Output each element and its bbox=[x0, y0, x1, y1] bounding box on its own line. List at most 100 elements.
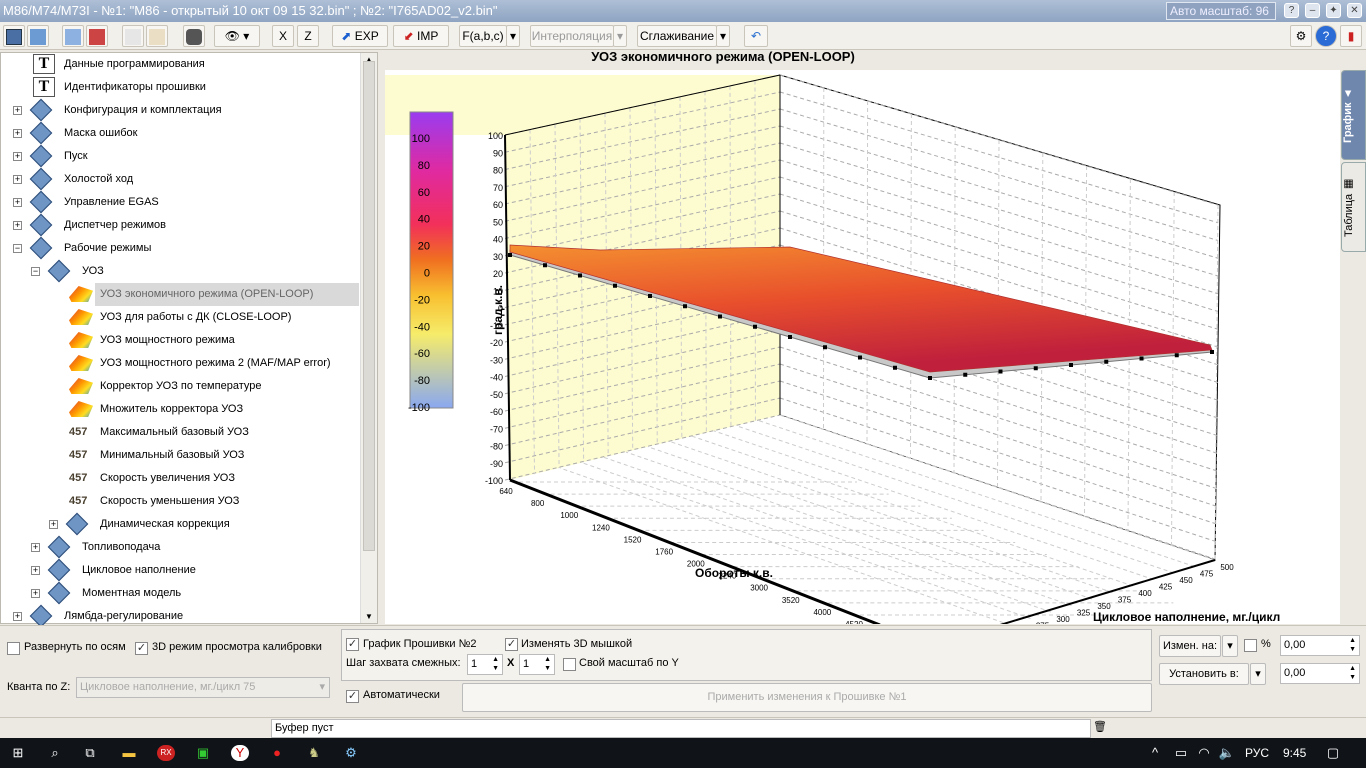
language-indicator[interactable]: РУС bbox=[1245, 746, 1269, 760]
tree-item[interactable]: + Холостой ход bbox=[1, 167, 359, 191]
firmware2-point[interactable] bbox=[788, 335, 792, 339]
tree-item[interactable]: 457 Скорость увеличения УОЗ bbox=[1, 467, 359, 490]
file-explorer-icon[interactable]: ▬ bbox=[120, 745, 138, 761]
expand-toggle[interactable]: + bbox=[13, 175, 22, 184]
export-button[interactable]: ⬈ EXP bbox=[332, 25, 388, 47]
help-button[interactable]: ? bbox=[1284, 3, 1299, 18]
change-value-spinner[interactable]: 0,00 ▲ ▼ bbox=[1280, 635, 1360, 656]
chip-tuning-app-icon[interactable]: ⚙ bbox=[342, 745, 360, 761]
firmware2-point[interactable] bbox=[1139, 356, 1144, 361]
firmware2-point[interactable] bbox=[1104, 359, 1109, 364]
tree-item[interactable]: УОЗ мощностного режима bbox=[1, 329, 359, 352]
tree-item[interactable]: + Моментная модель bbox=[1, 581, 359, 605]
firmware2-point[interactable] bbox=[508, 253, 512, 257]
undo-icon[interactable]: ↶ bbox=[744, 25, 768, 47]
expand-toggle[interactable]: + bbox=[13, 198, 22, 207]
paste-icon[interactable] bbox=[146, 25, 168, 47]
tray-chevron-icon[interactable]: ^ bbox=[1146, 745, 1164, 761]
firmware2-point[interactable] bbox=[613, 283, 617, 288]
firmware2-point[interactable] bbox=[963, 372, 968, 377]
tree-item[interactable]: + Пуск bbox=[1, 144, 359, 168]
tree-item[interactable]: УОЗ экономичного режима (OPEN-LOOP) bbox=[69, 283, 359, 306]
tree-item[interactable]: + Управление EGAS bbox=[1, 190, 359, 214]
notifications-icon[interactable]: ▢ bbox=[1324, 745, 1342, 761]
windows-start-icon[interactable]: ⊞ bbox=[9, 745, 27, 761]
mode3d-checkbox[interactable]: ✓ bbox=[135, 642, 148, 655]
surface-chart[interactable]: 1009080706050403020100-10-20-30-40-50-60… bbox=[383, 52, 1340, 637]
expand-toggle[interactable]: + bbox=[13, 106, 22, 115]
firmware2-point[interactable] bbox=[648, 294, 652, 298]
function-dropdown[interactable]: ▾ bbox=[506, 25, 520, 47]
expand-toggle[interactable]: + bbox=[31, 566, 40, 575]
figure-app-icon[interactable]: ♞ bbox=[305, 745, 323, 761]
volume-icon[interactable]: 🔈 bbox=[1218, 745, 1236, 761]
view-dropdown[interactable]: 👁 ▾ bbox=[214, 25, 260, 47]
x-axis-button[interactable]: X bbox=[272, 25, 294, 47]
firmware2-point[interactable] bbox=[683, 304, 687, 309]
firmware2-point[interactable] bbox=[858, 355, 862, 360]
expand-toggle[interactable]: + bbox=[31, 543, 40, 552]
tree-item[interactable]: + Конфигурация и комплектация bbox=[1, 98, 359, 122]
own-scale-checkbox[interactable] bbox=[563, 658, 576, 671]
interpolation-button[interactable]: Интерполяция bbox=[530, 25, 614, 47]
expand-toggle[interactable]: − bbox=[13, 244, 22, 253]
help-circle-icon[interactable]: ? bbox=[1315, 25, 1337, 47]
auto-checkbox[interactable]: ✓ bbox=[346, 690, 359, 703]
tree-item[interactable]: T Идентификаторы прошивки bbox=[1, 76, 359, 99]
settings-gears-icon[interactable]: ⚙ bbox=[1290, 25, 1312, 47]
firmware2-point[interactable] bbox=[1069, 363, 1073, 367]
tab-graph[interactable]: График ▲ bbox=[1341, 70, 1366, 160]
terminal-app-icon[interactable]: ▣ bbox=[194, 745, 212, 761]
tab-table[interactable]: Таблица ▦ bbox=[1341, 162, 1366, 252]
tree-item[interactable]: УОЗ для работы с ДК (CLOSE-LOOP) bbox=[1, 306, 359, 329]
tree-item[interactable]: + Топливоподача bbox=[1, 535, 359, 559]
function-button[interactable]: F(a,b,c) bbox=[459, 25, 507, 47]
set-value-spinner[interactable]: 0,00 ▲ ▼ bbox=[1280, 663, 1360, 684]
import-button[interactable]: ⬋ IMP bbox=[393, 25, 449, 47]
firmware2-point[interactable] bbox=[893, 365, 897, 370]
tree-item[interactable]: 457 Скорость уменьшения УОЗ bbox=[1, 490, 359, 513]
binoculars-icon[interactable] bbox=[183, 25, 205, 47]
firmware2-point[interactable] bbox=[578, 273, 582, 278]
expand-toggle[interactable]: + bbox=[13, 612, 22, 621]
tree-item[interactable]: 457 Минимальный базовый УОЗ bbox=[1, 444, 359, 467]
tree-item[interactable]: + Маска ошибок bbox=[1, 121, 359, 145]
close-button[interactable]: ✕ bbox=[1347, 3, 1362, 18]
mouse3d-checkbox[interactable]: ✓ bbox=[505, 638, 518, 651]
save-icon[interactable] bbox=[3, 25, 25, 47]
smoothing-dropdown[interactable]: ▾ bbox=[716, 25, 730, 47]
tree-item[interactable]: 457 Максимальный базовый УОЗ bbox=[1, 421, 359, 444]
expand-toggle[interactable]: + bbox=[31, 589, 40, 598]
trash-icon[interactable]: 🗑 bbox=[1092, 720, 1108, 736]
tree-scrollbar[interactable]: ▲ ▼ bbox=[360, 53, 377, 623]
restore-button[interactable]: ✦ bbox=[1326, 3, 1341, 18]
interpolation-dropdown[interactable]: ▾ bbox=[613, 25, 627, 47]
change-by-dropdown[interactable]: ▾ bbox=[1222, 635, 1238, 657]
smoothing-button[interactable]: Сглаживание bbox=[637, 25, 717, 47]
percent-checkbox[interactable] bbox=[1244, 639, 1257, 652]
z-axis-button[interactable]: Z bbox=[297, 25, 319, 47]
tree-item[interactable]: УОЗ мощностного режима 2 (MAF/MAP error) bbox=[1, 352, 359, 375]
expand-toggle[interactable]: + bbox=[49, 520, 58, 529]
open-folder-icon[interactable] bbox=[27, 25, 49, 47]
exit-icon[interactable]: ▮ bbox=[1340, 25, 1362, 47]
clock[interactable]: 9:45 bbox=[1283, 746, 1306, 760]
firmware2-point[interactable] bbox=[1033, 366, 1038, 371]
tree-item[interactable]: T Данные программирования bbox=[1, 53, 359, 76]
tree-item[interactable]: − УОЗ bbox=[1, 259, 359, 283]
set-to-dropdown[interactable]: ▾ bbox=[1250, 663, 1266, 685]
firmware2-point[interactable] bbox=[1210, 350, 1214, 354]
expand-toggle[interactable]: + bbox=[13, 221, 22, 230]
rx-app-icon[interactable]: RX bbox=[157, 745, 175, 761]
expand-toggle[interactable]: + bbox=[13, 152, 22, 161]
copy-icon[interactable] bbox=[122, 25, 144, 47]
tree-item[interactable]: Множитель корректора УОЗ bbox=[1, 398, 359, 421]
firmware-read-icon[interactable] bbox=[62, 25, 84, 47]
firmware2-point[interactable] bbox=[823, 345, 827, 350]
expand-toggle[interactable]: + bbox=[13, 129, 22, 138]
firmware-write-icon[interactable] bbox=[86, 25, 108, 47]
tree-item[interactable]: + Динамическая коррекция bbox=[1, 512, 359, 536]
search-icon[interactable]: ⌕ bbox=[46, 745, 64, 761]
firmware2-point[interactable] bbox=[543, 263, 547, 268]
yandex-browser-icon[interactable]: Y bbox=[231, 745, 249, 761]
